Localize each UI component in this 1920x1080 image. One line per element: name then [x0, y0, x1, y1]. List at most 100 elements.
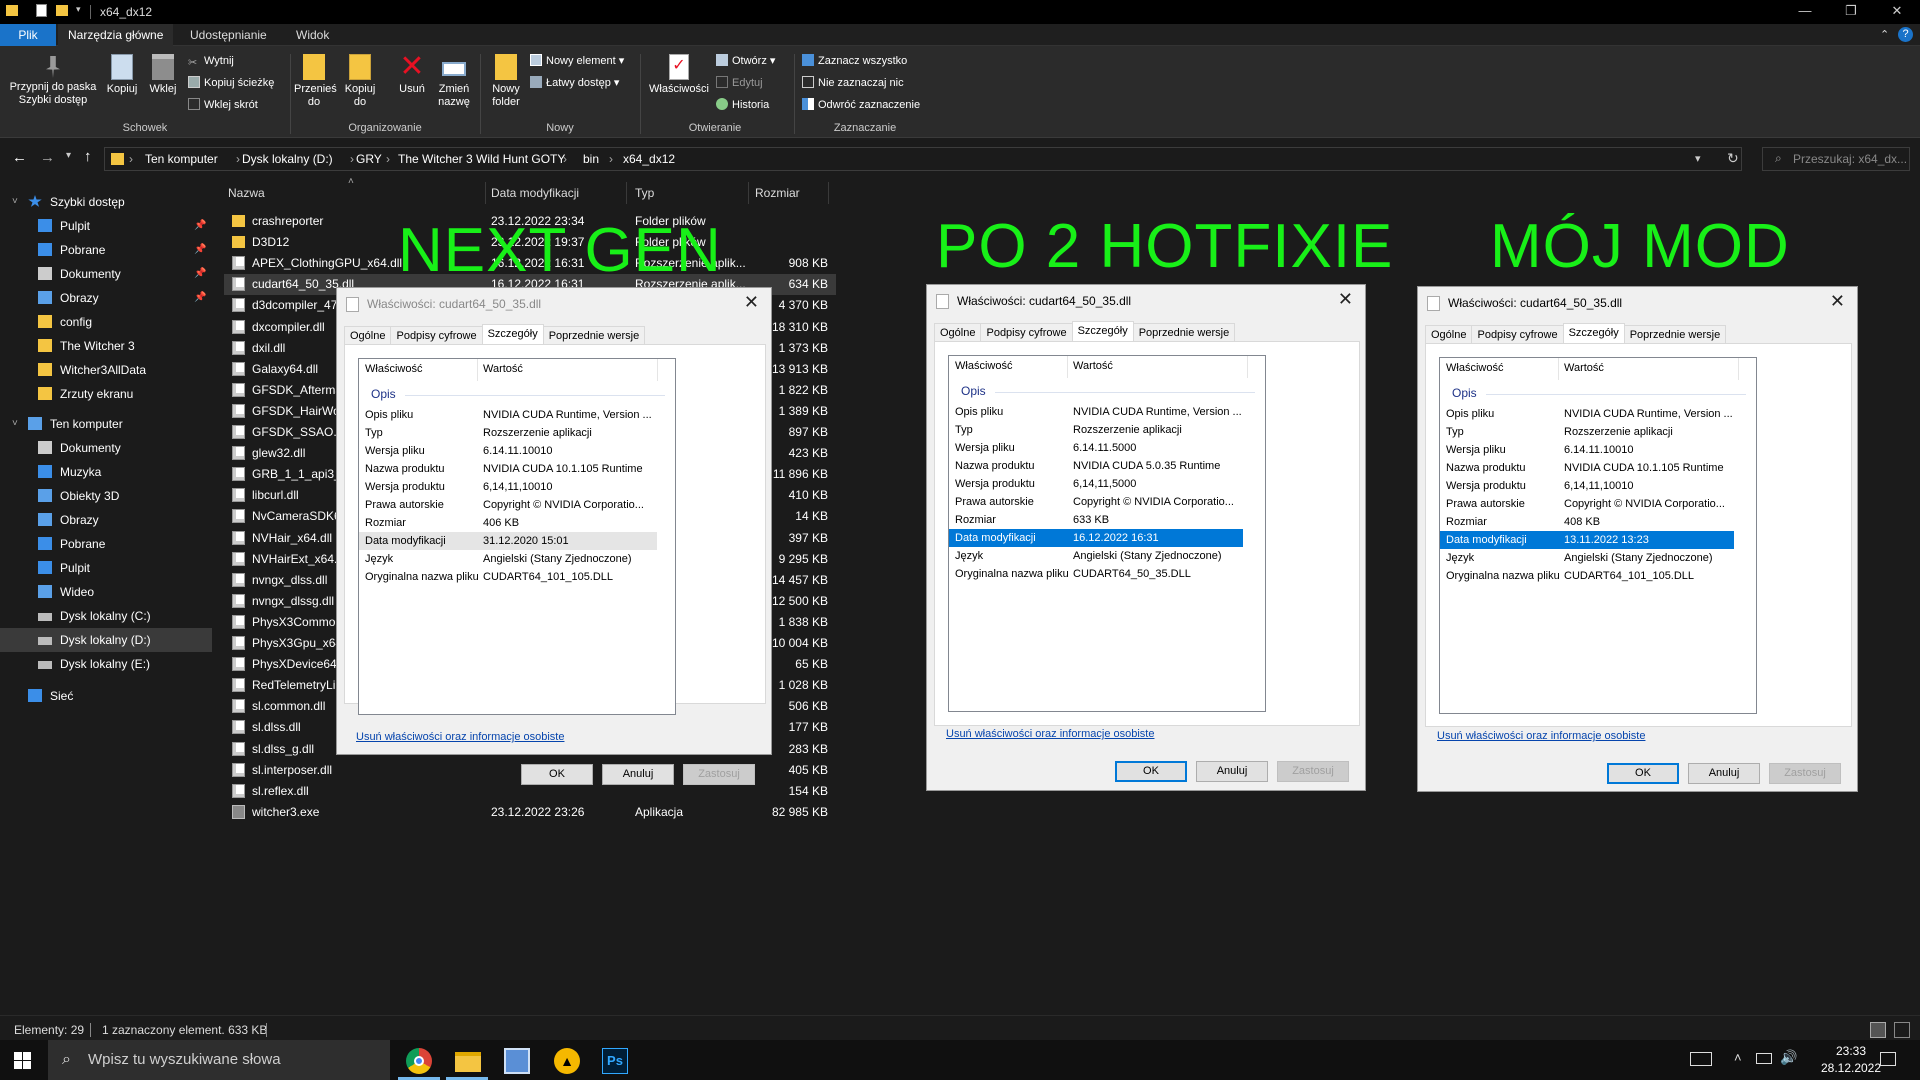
file-explorer-icon[interactable]	[455, 1052, 481, 1072]
nav-item[interactable]: ˅ Ten komputer	[0, 412, 212, 436]
pinned-icon[interactable]: 📌	[194, 214, 206, 238]
open-button[interactable]: Otwórz ▾	[716, 54, 775, 68]
remove-properties-link[interactable]: Usuń właściwości oraz informacje osobist…	[1437, 730, 1645, 742]
cut-button[interactable]: ✂ Wytnij	[188, 54, 234, 69]
tab-signatures[interactable]: Podpisy cyfrowe	[980, 323, 1073, 343]
property-row[interactable]: Rozmiar 408 KB	[1440, 513, 1736, 531]
close-button[interactable]: ✕	[1874, 0, 1920, 24]
clock-time[interactable]: 23:33	[1820, 1044, 1882, 1058]
property-row[interactable]: Język Angielski (Stany Zjednoczone)	[949, 547, 1245, 565]
column-property[interactable]: Właściwość	[359, 359, 477, 381]
nav-item[interactable]: Obrazy	[0, 508, 212, 532]
property-row[interactable]: Rozmiar 633 KB	[949, 511, 1245, 529]
column-type[interactable]: Typ	[635, 186, 654, 200]
property-row[interactable]: Język Angielski (Stany Zjednoczone)	[1440, 549, 1736, 567]
expand-chevron-icon[interactable]: ˅	[12, 412, 18, 436]
volume-icon[interactable]: 🔊	[1780, 1049, 1797, 1066]
pinned-icon[interactable]: 📌	[194, 262, 206, 286]
close-icon[interactable]: ✕	[744, 292, 759, 313]
column-date[interactable]: Data modyfikacji	[491, 186, 579, 200]
property-row[interactable]: Rozmiar 406 KB	[359, 514, 655, 532]
file-row[interactable]: witcher3.exe 23.12.2022 23:26 Aplikacja 82 …	[224, 802, 836, 823]
property-row[interactable]: Oryginalna nazwa pliku CUDART64_101_105.D…	[359, 568, 655, 586]
breadcrumb-bin[interactable]: bin	[583, 152, 599, 166]
property-row[interactable]: Typ Rozszerzenie aplikacji	[1440, 423, 1736, 441]
column-separator[interactable]	[748, 182, 749, 204]
chrome-icon[interactable]	[406, 1048, 432, 1074]
column-separator[interactable]	[1738, 358, 1739, 380]
keyboard-icon[interactable]	[1690, 1052, 1712, 1066]
new-folder-button[interactable]: Nowy folder	[486, 54, 526, 109]
column-property[interactable]: Właściwość	[1440, 358, 1558, 380]
ok-button[interactable]: OK	[521, 764, 593, 785]
breadcrumb-this-pc[interactable]: Ten komputer	[145, 152, 218, 166]
refresh-icon[interactable]: ↻	[1727, 150, 1739, 167]
nav-item[interactable]: The Witcher 3	[0, 334, 212, 358]
nav-item[interactable]: Zrzuty ekranu	[0, 382, 212, 406]
maximize-button[interactable]: ❐	[1828, 0, 1874, 24]
property-list[interactable]: Właściwość Wartość Opis Opis pliku NVIDIA CU…	[948, 355, 1266, 712]
column-separator[interactable]	[1247, 356, 1248, 378]
nav-item[interactable]: Witcher3AllData	[0, 358, 212, 382]
tab-home[interactable]: Narzędzia główne	[58, 24, 174, 46]
property-row[interactable]: Nazwa produktu NVIDIA CUDA 10.1.105 Runti…	[359, 460, 655, 478]
nav-item[interactable]: Pobrane 📌	[0, 238, 212, 262]
property-row[interactable]: Wersja pliku 6.14.11.10010	[359, 442, 655, 460]
property-row[interactable]: Typ Rozszerzenie aplikacji	[359, 424, 655, 442]
notifications-icon[interactable]	[1880, 1052, 1896, 1066]
tab-signatures[interactable]: Podpisy cyfrowe	[390, 326, 483, 346]
expand-chevron-icon[interactable]: ˅	[12, 190, 18, 214]
tab-details[interactable]: Szczegóły	[481, 324, 544, 346]
breadcrumb-current[interactable]: x64_dx12	[623, 152, 675, 166]
property-row[interactable]: Data modyfikacji 13.11.2022 13:23	[1440, 531, 1734, 549]
nav-item[interactable]: ˅ Szybki dostęp	[0, 190, 212, 214]
forward-icon[interactable]: →	[40, 149, 55, 166]
nav-item[interactable]: config	[0, 310, 212, 334]
network-tray-icon[interactable]	[1756, 1053, 1772, 1064]
tab-signatures[interactable]: Podpisy cyfrowe	[1471, 325, 1564, 345]
pinned-icon[interactable]: 📌	[194, 286, 206, 310]
taskbar-search-input[interactable]: ⌕ Wpisz tu wyszukiwane słowa	[48, 1040, 390, 1080]
tab-view[interactable]: Widok	[286, 24, 339, 46]
select-none-button[interactable]: Nie zaznaczaj nic	[802, 76, 904, 90]
tab-details[interactable]: Szczegóły	[1562, 323, 1625, 345]
column-separator[interactable]	[626, 182, 627, 204]
property-list[interactable]: Właściwość Wartość Opis Opis pliku NVIDIA CU…	[358, 358, 676, 715]
close-icon[interactable]: ✕	[1338, 289, 1353, 310]
property-row[interactable]: Prawa autorskie Copyright © NVIDIA Corpor…	[359, 496, 655, 514]
collapse-ribbon-icon[interactable]: ⌃	[1880, 28, 1889, 41]
nav-item[interactable]: Sieć	[0, 684, 212, 708]
control-panel-icon[interactable]	[504, 1048, 530, 1074]
breadcrumb-witcher[interactable]: The Witcher 3 Wild Hunt GOTY	[398, 152, 565, 166]
ok-button[interactable]: OK	[1115, 761, 1187, 782]
property-row[interactable]: Data modyfikacji 16.12.2022 16:31	[949, 529, 1243, 547]
new-item-button[interactable]: Nowy element ▾	[530, 54, 624, 68]
tab-general[interactable]: Ogólne	[934, 323, 982, 343]
history-button[interactable]: Historia	[716, 98, 769, 112]
invert-selection-button[interactable]: Odwróć zaznaczenie	[802, 98, 920, 112]
tab-previous-versions[interactable]: Poprzednie wersje	[542, 326, 646, 346]
nav-item[interactable]: Pobrane	[0, 532, 212, 556]
column-value[interactable]: Wartość	[1067, 356, 1247, 378]
nav-item[interactable]: Obrazy 📌	[0, 286, 212, 310]
tab-previous-versions[interactable]: Poprzednie wersje	[1623, 325, 1727, 345]
help-icon[interactable]: ?	[1898, 27, 1913, 42]
property-row[interactable]: Opis pliku NVIDIA CUDA Runtime, Version .…	[949, 403, 1245, 421]
paste-shortcut-button[interactable]: Wklej skrót	[188, 98, 258, 112]
nav-item[interactable]: Dysk lokalny (D:)	[0, 628, 212, 652]
nav-item[interactable]: Wideo	[0, 580, 212, 604]
clock-date[interactable]: 28.12.2022	[1814, 1061, 1888, 1075]
remove-properties-link[interactable]: Usuń właściwości oraz informacje osobist…	[946, 728, 1154, 740]
cancel-button[interactable]: Anuluj	[1196, 761, 1268, 782]
properties-quick-icon[interactable]	[36, 4, 47, 17]
property-row[interactable]: Prawa autorskie Copyright © NVIDIA Corpor…	[949, 493, 1245, 511]
property-row[interactable]: Prawa autorskie Copyright © NVIDIA Corpor…	[1440, 495, 1736, 513]
large-icons-view-icon[interactable]	[1894, 1022, 1910, 1038]
tab-details[interactable]: Szczegóły	[1071, 321, 1134, 343]
properties-button[interactable]: ✓ Właściwości	[646, 54, 712, 96]
address-dropdown-icon[interactable]: ▾	[1695, 152, 1701, 165]
edit-button[interactable]: Edytuj	[716, 76, 763, 90]
ok-button[interactable]: OK	[1607, 763, 1679, 784]
details-view-icon[interactable]	[1870, 1022, 1886, 1038]
nav-item[interactable]: Muzyka	[0, 460, 212, 484]
